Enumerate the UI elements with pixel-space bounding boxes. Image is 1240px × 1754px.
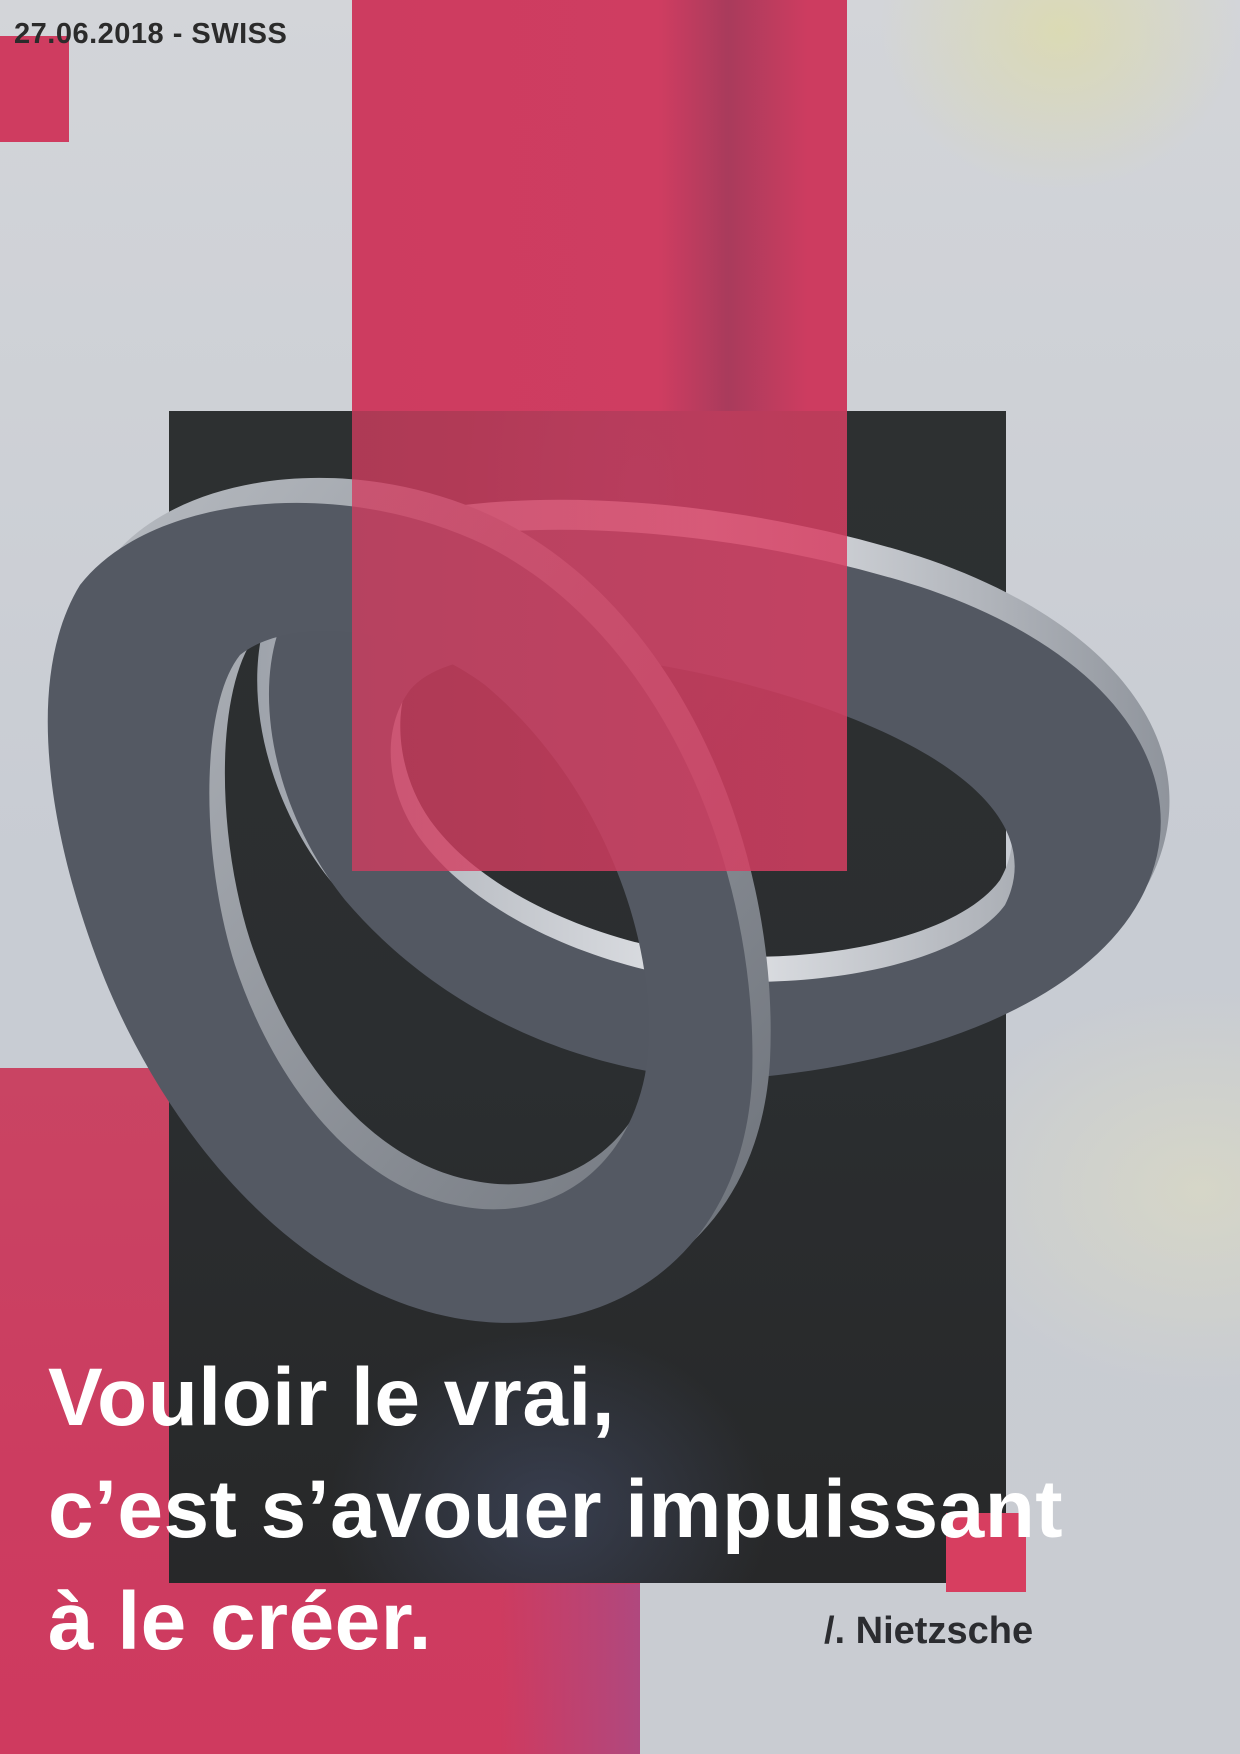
quote-line-1: Vouloir le vrai, bbox=[48, 1352, 615, 1443]
poster: 27.06.2018 - SWISS Vouloir le vrai, c’es… bbox=[0, 0, 1240, 1754]
quote-line-2: c’est s’avouer impuissant bbox=[48, 1464, 1064, 1555]
quote-author: /. Nietzsche bbox=[824, 1610, 1034, 1652]
red-overlay-middle bbox=[352, 411, 847, 871]
date-location-label: 27.06.2018 - SWISS bbox=[14, 18, 288, 50]
